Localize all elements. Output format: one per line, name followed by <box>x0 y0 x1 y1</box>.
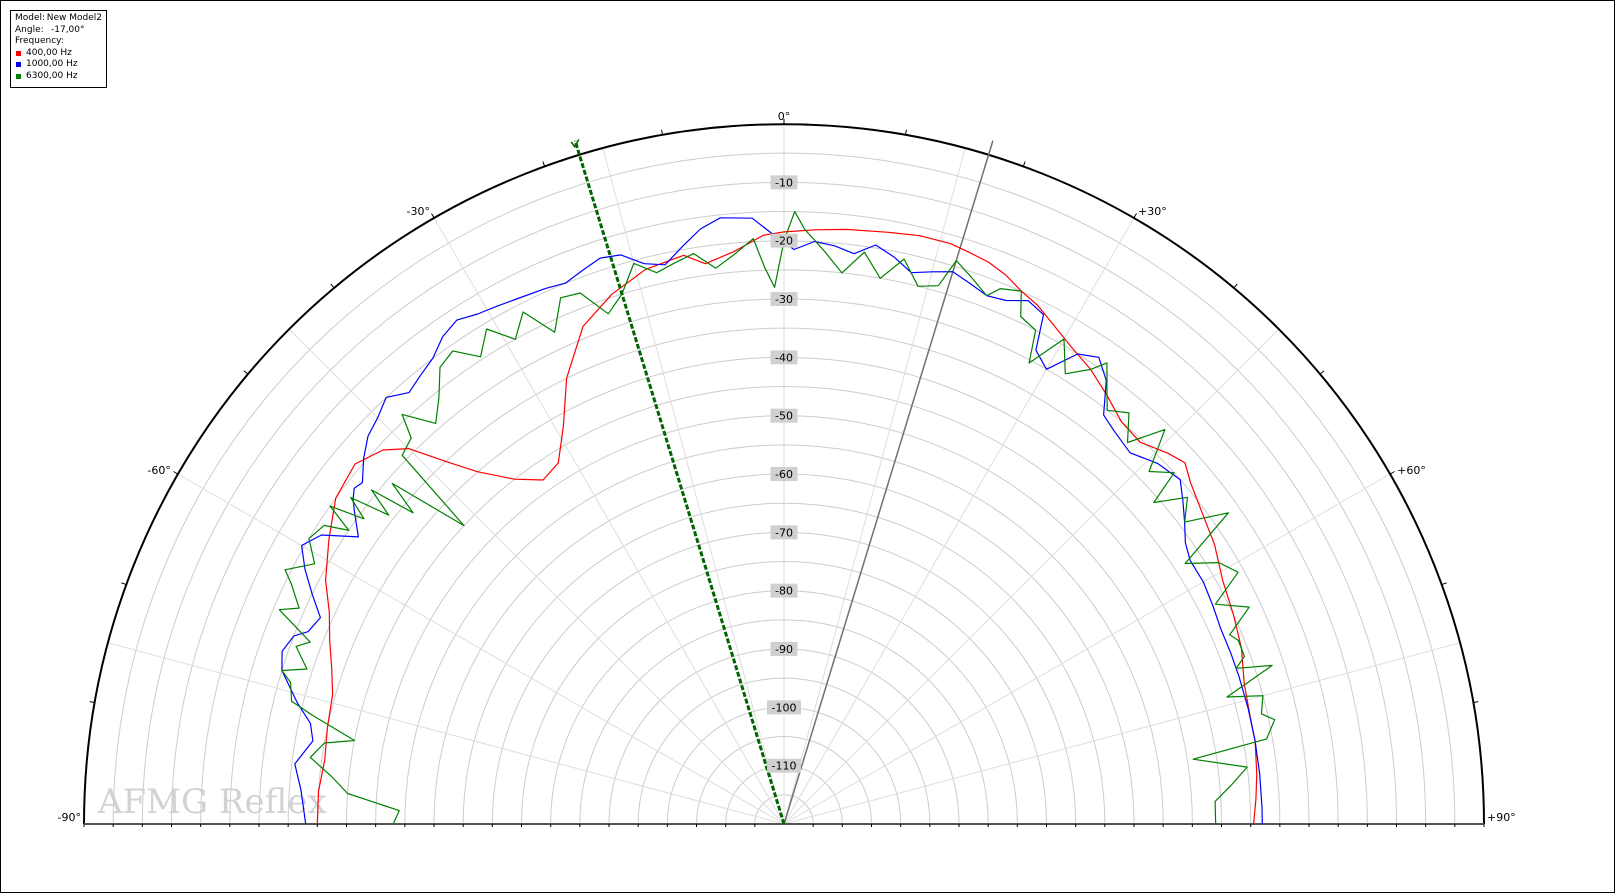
legend-entry: 1000,00 Hz <box>15 59 102 71</box>
outer-tick <box>1319 370 1325 375</box>
outer-tick <box>1389 471 1395 475</box>
grid-spoke <box>288 328 785 825</box>
legend-entry-label: 1000,00 Hz <box>26 59 78 69</box>
angle-tick-label: +60° <box>1397 464 1426 477</box>
outer-tick <box>121 582 127 586</box>
axis-labels: -10 -20 -30 -40 -50 -60 -70 -80 -90 -100 -110 -90° -… <box>58 110 1516 824</box>
radial-tick-label: -100 <box>772 701 797 714</box>
legend-entry: 400,00 Hz <box>15 48 102 60</box>
outer-tick <box>431 213 435 219</box>
outer-tick <box>173 471 179 475</box>
grid-spoke <box>602 147 785 825</box>
angle-tick-label: -30° <box>407 205 430 218</box>
legend-angle-value: -17,00° <box>51 24 85 35</box>
legend-entry-label: 400,00 Hz <box>26 47 72 58</box>
angle-tick-label: -60° <box>147 464 170 477</box>
radial-tick-label: -110 <box>772 760 797 773</box>
legend-angle-row: Angle: -17,00° <box>15 25 102 37</box>
legend-frequency-key: Frequency: <box>15 36 64 46</box>
radial-tick-label: -10 <box>775 176 793 189</box>
legend-entry: 6300,00 Hz <box>15 71 102 83</box>
legend-entry-label: 6300,00 Hz <box>26 70 78 81</box>
radial-tick-label: -50 <box>775 410 793 423</box>
grid-spoke <box>783 147 966 825</box>
legend-angle-key: Angle: <box>15 24 44 35</box>
radial-tick-label: -20 <box>775 235 793 248</box>
polar-plot: AFMG Reflex -10-20-30-40-50-60-70-80-90-… <box>58 110 1516 827</box>
legend-swatch <box>16 50 21 56</box>
angle-tick-label: +30° <box>1138 205 1167 218</box>
grid-spoke <box>783 217 1135 825</box>
angle-tick-label: 0° <box>778 110 791 123</box>
legend-model-key: Model: <box>15 13 46 23</box>
outer-tick <box>542 161 546 167</box>
radial-tick-label: -70 <box>775 526 793 539</box>
legend-model-row: Model: New Model2 <box>15 13 102 25</box>
radial-tick-label: -40 <box>775 351 793 364</box>
legend-model-value: New Model2 <box>46 13 102 23</box>
grid-spoke <box>783 328 1280 825</box>
legend: Model: New Model2 Angle: -17,00° Frequen… <box>10 10 107 88</box>
radial-tick-label: -80 <box>775 585 793 598</box>
watermark: AFMG Reflex <box>97 782 327 822</box>
angle-tick-label: -90° <box>58 811 81 824</box>
angle-tick-label: +90° <box>1487 811 1516 824</box>
outer-tick <box>243 370 249 375</box>
legend-swatch <box>16 62 21 68</box>
outer-tick <box>1233 283 1238 289</box>
grid-spoke <box>433 217 785 825</box>
legend-swatch <box>16 73 21 79</box>
radial-tick-label: -60 <box>775 468 793 481</box>
radial-tick-label: -30 <box>775 293 793 306</box>
outer-tick <box>330 283 335 289</box>
grid-spoke <box>783 642 1461 825</box>
outer-tick <box>1133 213 1137 219</box>
radial-tick-label: -90 <box>775 643 793 656</box>
outer-tick <box>1441 582 1447 586</box>
outer-tick <box>1022 161 1026 167</box>
